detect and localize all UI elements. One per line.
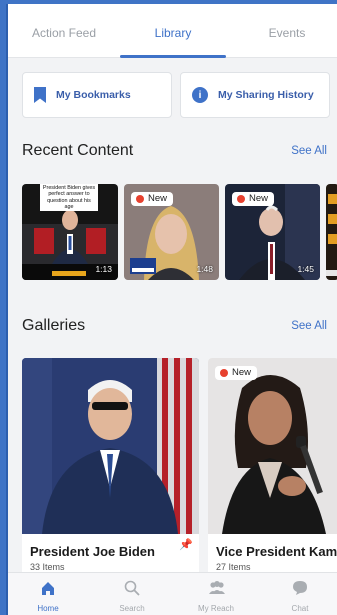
video-duration: 1:45 [297, 264, 314, 274]
video-thumbnail-partial [326, 184, 337, 280]
chat-icon [293, 581, 307, 595]
info-icon: i [192, 87, 208, 103]
gallery-name: President Joe Biden [30, 544, 155, 559]
recent-content-item[interactable] [326, 184, 337, 280]
tab-library[interactable]: Library [133, 26, 213, 40]
tab-action-feed[interactable]: Action Feed [24, 26, 104, 40]
nav-my-reach-label: My Reach [197, 604, 234, 613]
galleries-see-all-link[interactable]: See All [291, 320, 327, 332]
active-tab-indicator [120, 55, 226, 58]
gallery-card[interactable]: New Vice President Kamala Harris 27 Item… [208, 358, 337, 585]
recent-content-item[interactable]: New 1:45 [225, 184, 320, 280]
bookmark-icon [34, 87, 46, 103]
gallery-image-biden [22, 358, 199, 534]
nav-search-label: Search [119, 604, 145, 613]
nav-search[interactable]: Search [92, 573, 172, 615]
nav-home-label: Home [37, 604, 59, 613]
video-duration: 1:13 [95, 264, 112, 274]
my-sharing-history-label: My Sharing History [218, 89, 314, 101]
search-icon [124, 580, 140, 596]
recent-content-item[interactable]: President Biden gives perfect answer to … [22, 184, 118, 280]
bottom-navigation: Home Search My Reach Chat [8, 572, 337, 615]
gallery-image-harris [208, 358, 337, 534]
my-bookmarks-label: My Bookmarks [56, 89, 131, 101]
video-duration: 1:48 [196, 264, 213, 274]
gallery-card[interactable]: President Joe Biden 33 Items 📌 [22, 358, 199, 585]
new-badge: New [232, 192, 275, 206]
gallery-name: Vice President Kamala Harris [216, 544, 337, 559]
gallery-item-count: 27 Items [216, 562, 251, 572]
new-badge: New [215, 366, 258, 380]
top-tabs: Action Feed Library Events [8, 4, 337, 58]
gallery-item-count: 33 Items [30, 562, 65, 572]
tab-events[interactable]: Events [247, 26, 327, 40]
video-caption: President Biden gives perfect answer to … [40, 184, 98, 212]
recent-content-item[interactable]: New 1:48 [124, 184, 219, 280]
galleries-title: Galleries [22, 317, 86, 334]
home-icon [42, 582, 54, 595]
my-bookmarks-button[interactable]: My Bookmarks [22, 72, 172, 118]
nav-home[interactable]: Home [8, 573, 88, 615]
app-frame: Action Feed Library Events My Bookmarks … [6, 4, 337, 615]
pin-icon[interactable]: 📌 [179, 538, 193, 551]
nav-my-reach[interactable]: My Reach [176, 573, 256, 615]
recent-see-all-link[interactable]: See All [291, 145, 327, 157]
recent-content-title: Recent Content [22, 142, 134, 159]
nav-chat-label: Chat [291, 604, 309, 613]
my-sharing-history-button[interactable]: i My Sharing History [180, 72, 330, 118]
new-badge: New [131, 192, 174, 206]
nav-chat[interactable]: Chat [260, 573, 337, 615]
people-icon [209, 581, 225, 594]
